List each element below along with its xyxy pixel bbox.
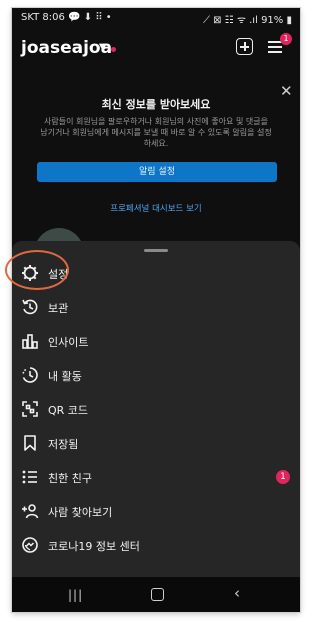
- new-post-icon[interactable]: [236, 38, 253, 55]
- profile-header: joaseajoa ▼ 1: [12, 28, 300, 68]
- back-icon[interactable]: ‹: [234, 584, 240, 602]
- battery-icon: ▮: [286, 15, 292, 26]
- activity-clock-icon: [21, 366, 39, 384]
- menu-item-covid-info[interactable]: 코로나19 정보 센터: [12, 530, 300, 562]
- notification-icons: 💬 ⬇ ⠿ •: [68, 12, 112, 23]
- status-bar: SKT 8:06 💬 ⬇ ⠿ • ⟋ ⊠ ☷ ᯤ .ıl 91% ▮: [12, 8, 300, 28]
- menu-item-label: 내 활동: [48, 370, 82, 383]
- carrier-time: SKT 8:06: [21, 12, 65, 23]
- settings-bottom-sheet: 설정 보관 인사이트 내 활동 QR 코드 저장됨 친한 친구 1 사람 찾아보…: [12, 241, 300, 577]
- menu-item-saved[interactable]: 저장됨: [12, 428, 300, 460]
- sheet-drag-handle[interactable]: [144, 249, 168, 252]
- android-navigation-bar: ||| ‹: [12, 577, 300, 612]
- menu-item-close-friends[interactable]: 친한 친구 1: [12, 462, 300, 494]
- menu-item-discover-people[interactable]: 사람 찾아보기: [12, 496, 300, 528]
- notification-title: 최신 정보를 받아보세요: [101, 98, 211, 111]
- professional-dashboard-link[interactable]: 프로페셔널 대시보드 보기: [12, 202, 300, 214]
- settings-highlight-annotation: [5, 250, 69, 290]
- menu-item-archive[interactable]: 보관: [12, 292, 300, 324]
- notification-dot: [111, 47, 116, 52]
- notification-body: 사람들이 회원님을 팔로우하거나 회원님의 사진에 좋아요 및 댓글을 남기거나…: [40, 117, 272, 148]
- recents-icon[interactable]: |||: [68, 588, 83, 602]
- status-left: SKT 8:06 💬 ⬇ ⠿ •: [21, 12, 112, 23]
- close-friends-badge: 1: [276, 470, 290, 484]
- menu-item-label: 친한 친구: [48, 472, 92, 485]
- covid-info-icon: [21, 536, 39, 554]
- menu-item-label: 인사이트: [48, 336, 89, 349]
- hamburger-menu-icon[interactable]: [268, 41, 282, 53]
- menu-item-label: 저장됨: [48, 438, 79, 451]
- system-icons: ⟋ ⊠ ☷ ᯤ .ıl: [202, 15, 258, 26]
- notification-prompt-card: ✕ 최신 정보를 받아보세요 사람들이 회원님을 팔로우하거나 회원님의 사진에…: [12, 78, 300, 218]
- insights-bars-icon: [21, 332, 39, 350]
- menu-item-qr-code[interactable]: QR 코드: [12, 394, 300, 426]
- status-right: ⟋ ⊠ ☷ ᯤ .ıl 91% ▮: [203, 12, 292, 26]
- close-friends-list-icon: [21, 468, 39, 486]
- archive-history-icon: [21, 298, 39, 316]
- menu-item-label: 코로나19 정보 센터: [48, 540, 140, 553]
- battery-level: 91%: [261, 15, 284, 26]
- enable-notifications-button[interactable]: 알림 설정: [37, 162, 277, 182]
- home-icon[interactable]: [151, 588, 164, 601]
- add-person-icon: [21, 502, 39, 520]
- menu-item-label: 보관: [48, 302, 69, 315]
- menu-item-insights[interactable]: 인사이트: [12, 326, 300, 358]
- menu-item-activity[interactable]: 내 활동: [12, 360, 300, 392]
- menu-item-label: 사람 찾아보기: [48, 506, 113, 519]
- phone-screen: SKT 8:06 💬 ⬇ ⠿ • ⟋ ⊠ ☷ ᯤ .ıl 91% ▮ joase…: [12, 8, 300, 612]
- menu-badge: 1: [280, 33, 292, 45]
- bookmark-icon: [21, 434, 39, 452]
- chevron-down-icon[interactable]: ▼: [99, 42, 107, 53]
- qr-code-icon: [21, 400, 39, 418]
- menu-item-label: QR 코드: [48, 404, 89, 417]
